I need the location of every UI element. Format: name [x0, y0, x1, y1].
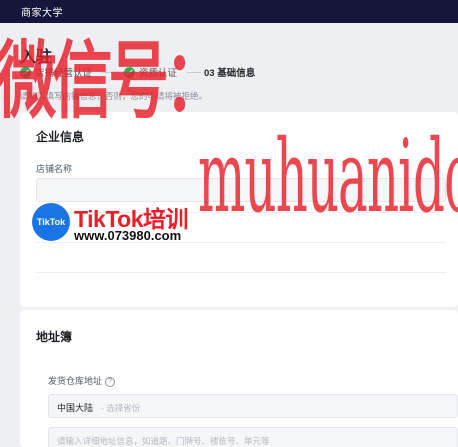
- step-connector: [187, 71, 202, 73]
- divider: [36, 272, 446, 273]
- app-title[interactable]: 商家大学: [21, 4, 63, 19]
- section-title-address: 地址簿: [36, 330, 73, 344]
- region-select[interactable]: 中国大陆 - 选择省份: [48, 394, 458, 418]
- page-title: 入驻: [20, 49, 53, 66]
- step-label: 03 基础信息: [204, 68, 256, 79]
- address-book-card: 地址簿 发货仓库地址? 中国大陆 - 选择省份 请输入详细地址信息，如道路、门牌…: [20, 310, 458, 447]
- step-qualification[interactable]: 资质认证: [124, 65, 202, 79]
- watermark-url: www.073980.com: [74, 228, 182, 243]
- check-circle-icon: [20, 66, 31, 78]
- step-connector: [102, 71, 117, 73]
- store-name-label: 店铺名称: [36, 164, 73, 174]
- region-value: 中国大陆: [57, 403, 94, 413]
- hint-text: 请如实填写店铺信息，否则，您的申请将被拒绝。: [20, 91, 208, 101]
- warehouse-address-label: 发货仓库地址?: [48, 374, 116, 387]
- province-placeholder: - 选择省份: [101, 402, 141, 413]
- check-circle-icon: [124, 66, 135, 78]
- tiktok-logo-icon: TikTok: [32, 203, 70, 241]
- step-indicator: 店铺经营认证 资质认证 03 基础信息: [20, 65, 458, 79]
- step-label: 资质认证: [139, 68, 178, 79]
- step-basic-info[interactable]: 03 基础信息: [204, 65, 255, 79]
- help-circle-icon[interactable]: ?: [105, 376, 116, 387]
- detail-address-input[interactable]: 请输入详细地址信息，如道路、门牌号、楼栋号、单元等: [48, 427, 458, 447]
- step-store-verification[interactable]: 店铺经营认证: [20, 65, 117, 79]
- section-title-company: 企业信息: [36, 130, 85, 144]
- store-name-input[interactable]: [36, 178, 446, 202]
- detail-address-placeholder: 请输入详细地址信息，如道路、门牌号、楼栋号、单元等: [57, 435, 270, 446]
- top-bar: 商家大学: [0, 0, 458, 23]
- step-label: 店铺经营认证: [35, 68, 93, 79]
- warehouse-address-label-text: 发货仓库地址: [48, 376, 103, 386]
